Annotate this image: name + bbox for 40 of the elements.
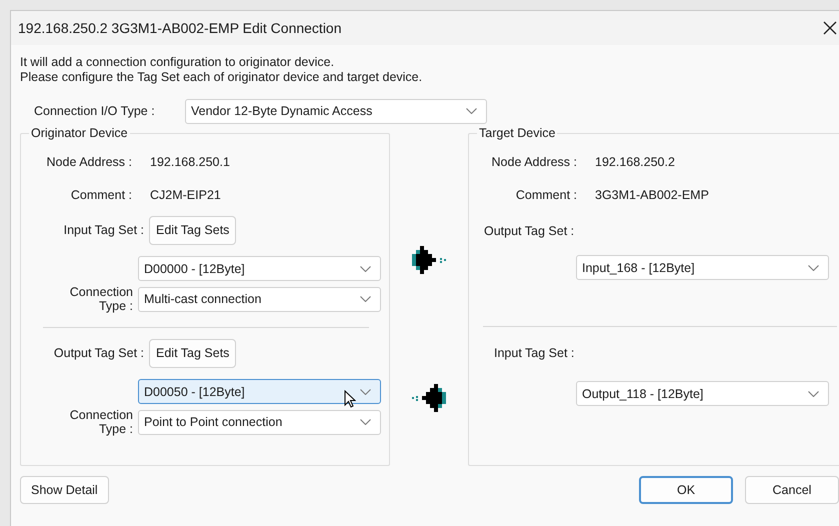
ok-button[interactable]: OK: [639, 476, 733, 504]
tag-set-label: Input Tag Set :: [62, 223, 144, 237]
group-title: Target Device: [478, 126, 556, 140]
tag-set-label: Input Tag Set :: [494, 346, 574, 360]
group-title: Originator Device: [30, 126, 129, 140]
cancel-button[interactable]: Cancel: [745, 476, 839, 504]
node-address-label: Node Address :: [490, 155, 577, 169]
node-address-value: 192.168.250.1: [150, 155, 230, 169]
window-title: 192.168.250.2 3G3M1-AB002-EMP Edit Connection: [18, 20, 343, 36]
cursor-icon: [344, 390, 356, 408]
edit-tag-sets-button[interactable]: Edit Tag Sets: [149, 216, 236, 244]
chevron-icon: [360, 388, 371, 394]
chevron-icon: [360, 266, 371, 272]
chevron-icon: [360, 296, 371, 302]
tag-set-label: Output Tag Set :: [484, 224, 574, 238]
node-address-value: 192.168.250.2: [595, 155, 675, 169]
tag-set-dropdown[interactable]: Output_118 - [12Byte]: [576, 381, 829, 406]
chevron-icon: [360, 419, 371, 425]
connection-type-label: Connection Type :: [68, 285, 133, 313]
show-detail-button[interactable]: Show Detail: [20, 476, 109, 504]
connection-type-dropdown[interactable]: Multi-cast connection: [138, 286, 381, 312]
edit-tag-sets-button[interactable]: Edit Tag Sets: [149, 338, 236, 368]
chevron-icon: [466, 108, 477, 114]
tag-set-dropdown[interactable]: Input_168 - [12Byte]: [576, 255, 829, 280]
comment-value: CJ2M-EIP21: [150, 188, 221, 202]
comment-label: Comment :: [70, 188, 132, 202]
connection-type-label: Connection Type :: [68, 408, 133, 436]
connection-type-dropdown[interactable]: Point to Point connection: [138, 410, 381, 434]
comment-label: Comment :: [514, 188, 577, 202]
chevron-icon: [808, 264, 819, 270]
comment-value: 3G3M1-AB002-EMP: [595, 188, 709, 202]
io-type-dropdown[interactable]: Vendor 12-Byte Dynamic Access: [185, 98, 487, 124]
tag-set-dropdown[interactable]: D00000 - [12Byte]: [138, 256, 381, 281]
node-address-label: Node Address :: [46, 155, 132, 169]
io-type-label: Connection I/O Type :: [33, 104, 156, 118]
close-icon[interactable]: [823, 21, 837, 35]
description-text: It will add a connection configuration to originator device.: [20, 55, 336, 70]
description-text: Please configure the Tag Set each of originator device and target device.: [20, 70, 424, 85]
tag-set-label: Output Tag Set :: [52, 346, 144, 360]
chevron-icon: [808, 390, 819, 396]
